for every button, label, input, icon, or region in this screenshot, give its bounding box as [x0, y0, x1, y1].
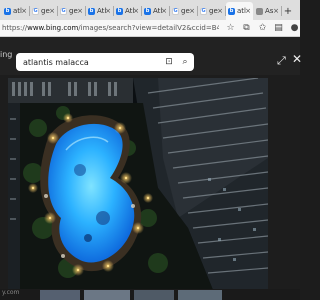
expand-icon[interactable]: ⤢ [277, 54, 286, 68]
related-thumbnail[interactable] [40, 290, 80, 300]
google-favicon-icon: G [172, 7, 179, 15]
url-field[interactable]: https://www.bing.com/images/search?view=… [0, 24, 219, 32]
tab-close-icon[interactable]: × [105, 7, 111, 15]
bing-favicon-icon: b [228, 7, 235, 15]
bing-favicon-icon: b [4, 7, 11, 15]
related-thumbnail[interactable] [178, 290, 222, 300]
tab-close-icon[interactable]: × [245, 7, 251, 15]
tab-2[interactable]: Gge × [58, 2, 86, 20]
related-thumbnail[interactable] [134, 290, 174, 300]
favorites-icon[interactable]: ✩ [257, 23, 268, 34]
collections-icon[interactable]: ▤ [273, 23, 284, 34]
aerial-night-pool-image [8, 78, 268, 290]
bing-favicon-icon: b [144, 7, 151, 15]
doc-favicon-icon [256, 7, 263, 15]
address-bar[interactable]: https://www.bing.com/images/search?view=… [0, 20, 300, 37]
url-prefix: https:// [2, 24, 28, 32]
tab-7[interactable]: Gge × [198, 2, 226, 20]
tab-close-icon[interactable]: × [217, 7, 223, 15]
tab-strip: b atl × Gge × Gge × b Atl × b Atl × b Atl × Gge × Gge × b atl… [0, 0, 300, 20]
search-icon[interactable]: ⌕ [178, 55, 192, 69]
image-viewer: ing atlantis malacca ⊡ ⌕ ⤢ ✕ y.com [0, 37, 302, 300]
search-input[interactable]: atlantis malacca [23, 58, 162, 67]
resort-pool-photo[interactable] [8, 78, 268, 290]
bing-favicon-icon: b [116, 7, 123, 15]
tab-3[interactable]: b Atl × [86, 2, 114, 20]
tab-9[interactable]: As × [254, 2, 282, 20]
tab-close-icon[interactable]: × [189, 7, 195, 15]
tab-close-icon[interactable]: × [49, 7, 55, 15]
google-favicon-icon: G [200, 7, 207, 15]
url-domain: www.bing.com [27, 24, 79, 32]
tab-5[interactable]: b Atl × [142, 2, 170, 20]
google-favicon-icon: G [60, 7, 67, 15]
tab-1[interactable]: Gge × [30, 2, 58, 20]
search-box[interactable]: atlantis malacca ⊡ ⌕ [16, 53, 194, 71]
favorite-star-icon[interactable]: ☆ [225, 23, 236, 34]
google-favicon-icon: G [32, 7, 39, 15]
tab-separator [281, 6, 282, 16]
bing-logo-fragment: ing [0, 50, 13, 59]
related-images-strip: y.com [0, 289, 300, 300]
new-tab-button[interactable]: + [282, 2, 294, 20]
tab-close-icon[interactable]: × [273, 7, 279, 15]
url-path: /images/search?view=detailV2&ccid=B4KApc… [78, 24, 219, 32]
tab-4[interactable]: b Atl × [114, 2, 142, 20]
tab-8[interactable]: b atl × [226, 2, 253, 20]
tab-6[interactable]: Gge × [170, 2, 198, 20]
visual-search-icon[interactable]: ⊡ [162, 55, 176, 69]
tab-close-icon[interactable]: × [21, 7, 27, 15]
tab-close-icon[interactable]: × [161, 7, 167, 15]
split-screen-icon[interactable]: ⧉ [241, 23, 252, 34]
source-domain-text: y.com [2, 289, 20, 296]
viewer-header: ing atlantis malacca ⊡ ⌕ ⤢ ✕ [0, 37, 302, 75]
related-thumbnail[interactable] [84, 290, 130, 300]
bing-favicon-icon: b [88, 7, 95, 15]
tab-close-icon[interactable]: × [77, 7, 83, 15]
profile-icon[interactable]: ● [289, 23, 300, 34]
close-icon[interactable]: ✕ [292, 52, 302, 66]
tab-0[interactable]: b atl × [2, 2, 30, 20]
tab-close-icon[interactable]: × [133, 7, 139, 15]
